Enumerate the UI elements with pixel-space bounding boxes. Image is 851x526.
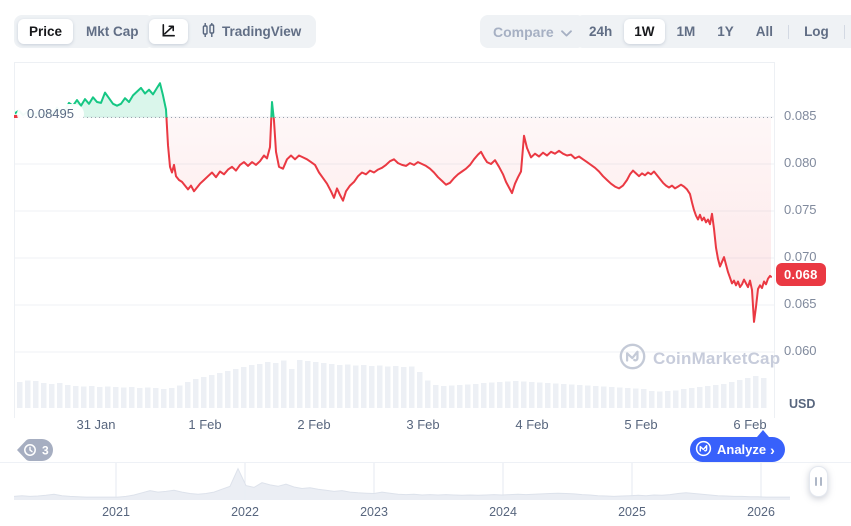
tab-price-label: Price <box>29 24 63 39</box>
tab-tradingview[interactable]: TradingView <box>190 19 312 44</box>
x-tick: 4 Feb <box>515 417 549 432</box>
x-tick: 31 Jan <box>76 417 116 432</box>
range-24h[interactable]: 24h <box>579 19 622 44</box>
divider <box>788 24 790 39</box>
x-tick: 1 Feb <box>188 417 222 432</box>
compare-label: Compare <box>493 23 554 40</box>
range-1m-label: 1M <box>676 24 696 39</box>
coinmarketcap-logo-icon <box>619 343 646 375</box>
y-tick: 0.065 <box>784 296 817 311</box>
watermark: CoinMarketCap <box>619 343 780 375</box>
range-toggle-group: 24h 1W 1M 1Y All Log <box>575 15 851 48</box>
y-tick: 0.085 <box>784 108 817 123</box>
tab-line-chart[interactable] <box>149 19 188 44</box>
tab-mkt-cap-label: Mkt Cap <box>86 24 139 39</box>
range-1w[interactable]: 1W <box>624 19 665 44</box>
minimap-scroll-handle[interactable] <box>809 466 828 497</box>
tab-tradingview-label: TradingView <box>222 24 302 39</box>
y-tick: 0.070 <box>784 249 817 264</box>
year-label: 2021 <box>102 505 130 519</box>
year-label: 2023 <box>360 505 388 519</box>
year-label: 2026 <box>747 505 775 519</box>
chart-type-toggle-group: TradingView <box>145 15 317 48</box>
current-price-badge: 0.068 <box>776 263 826 286</box>
chevron-right-icon: › <box>770 441 775 458</box>
analyze-label: Analyze <box>717 442 767 457</box>
line-chart-icon <box>160 22 177 42</box>
year-label: 2024 <box>489 505 517 519</box>
x-tick: 2 Feb <box>297 417 331 432</box>
x-tick: 3 Feb <box>406 417 440 432</box>
year-label: 2025 <box>618 505 646 519</box>
range-1y-label: 1Y <box>717 24 734 39</box>
range-all-label: All <box>755 24 774 39</box>
log-label: Log <box>804 24 829 39</box>
y-tick: 0.075 <box>784 202 817 217</box>
chevron-down-icon <box>560 24 572 40</box>
candlestick-icon <box>201 22 216 41</box>
baseline-price-label: 0.08495 <box>17 104 84 124</box>
analyze-button[interactable]: Analyze › <box>690 437 785 462</box>
divider <box>843 24 845 39</box>
metric-toggle-group: Price Mkt Cap <box>14 15 154 48</box>
log-scale-button[interactable]: Log <box>794 19 839 44</box>
range-1m[interactable]: 1M <box>667 19 706 44</box>
svg-text:3: 3 <box>42 444 49 458</box>
coinmarketcap-logo-icon <box>695 440 712 460</box>
range-1w-label: 1W <box>634 24 655 39</box>
compare-button[interactable]: Compare <box>480 15 585 48</box>
range-1y[interactable]: 1Y <box>707 19 744 44</box>
analyze-caret <box>757 430 769 437</box>
x-tick: 5 Feb <box>624 417 658 432</box>
price-area-down <box>15 117 771 322</box>
price-chart-widget: Price Mkt Cap TradingView Compare 24h 1W… <box>0 0 851 526</box>
year-label: 2022 <box>231 505 259 519</box>
minimap-svg[interactable] <box>14 463 791 500</box>
tab-mkt-cap[interactable]: Mkt Cap <box>75 19 150 44</box>
watermark-text: CoinMarketCap <box>653 349 781 368</box>
minimap-line <box>14 467 790 498</box>
range-all[interactable]: All <box>746 19 783 44</box>
unit-label: USD <box>789 397 816 411</box>
y-tick: 0.060 <box>784 343 817 358</box>
range-24h-label: 24h <box>589 24 613 39</box>
y-tick: 0.080 <box>784 155 817 170</box>
tab-price[interactable]: Price <box>18 19 74 44</box>
x-tick: 6 Feb <box>733 417 767 432</box>
